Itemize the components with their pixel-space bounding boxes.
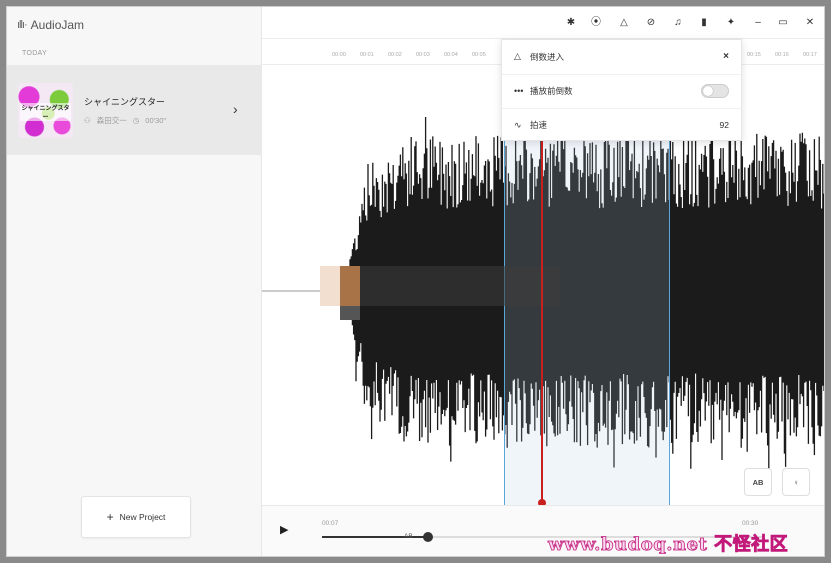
- ab-marker-label: AB: [404, 533, 413, 540]
- ruler-tick: 00:02: [388, 52, 402, 58]
- project-list-item[interactable]: シャイニングスター シャイニングスター ⚇ 森田交一 ◷ 00'30" ›: [7, 65, 262, 155]
- dots-icon: •••: [514, 86, 524, 96]
- metronome-icon: △: [514, 51, 521, 61]
- project-subinfo: ⚇ 森田交一 ◷ 00'30": [84, 115, 224, 126]
- music-note-icon[interactable]: ♫: [670, 16, 686, 30]
- app-name: AudioJam: [30, 18, 85, 32]
- waveform-logo-icon: ıllı·: [17, 19, 28, 31]
- ruler-tick: 00:04: [444, 52, 458, 58]
- close-icon[interactable]: ✕: [802, 16, 818, 30]
- start-time: 00:07: [322, 520, 339, 527]
- duration-icon: ◷: [132, 115, 140, 125]
- countdown-toggle-row[interactable]: ••• 播放前倒数: [502, 74, 741, 107]
- end-time: 00:30: [742, 520, 759, 527]
- tempo-label: 拍速: [530, 120, 548, 130]
- countdown-panel: △ 倒数进入 × ••• 播放前倒数 ∿ 拍速 92: [501, 39, 742, 141]
- seek-knob[interactable]: [422, 532, 433, 542]
- play-button[interactable]: ▶: [280, 523, 288, 536]
- bookmark-icon[interactable]: ▮: [696, 16, 712, 30]
- tempo-row[interactable]: ∿ 拍速 92: [502, 108, 741, 141]
- project-title: シャイニングスター: [84, 96, 166, 107]
- minimize-icon[interactable]: –: [750, 16, 766, 30]
- toolbar: ✱ ⦿ △ ⊘ ♫ ▮ ✦ – ▭ ✕: [262, 7, 824, 39]
- tempo-icon: ∿: [514, 119, 522, 130]
- artist-icon: ⚇: [84, 115, 91, 125]
- broadcast-icon[interactable]: ⦿: [588, 16, 604, 30]
- project-duration: 00'30": [145, 115, 167, 125]
- new-project-label: New Project: [119, 512, 166, 522]
- countdown-toggle-label: 播放前倒数: [530, 86, 573, 96]
- chevron-right-icon[interactable]: ›: [233, 101, 238, 117]
- ruler-tick: 00:03: [416, 52, 430, 58]
- ruler-tick: 00:15: [747, 52, 761, 58]
- metronome-icon[interactable]: △: [616, 16, 632, 30]
- tempo-value[interactable]: 92: [720, 120, 729, 130]
- panel-close-button[interactable]: ×: [723, 51, 729, 62]
- ruler-tick: 00:05: [472, 52, 486, 58]
- blurred-overlay: [320, 260, 560, 320]
- album-cover: シャイニングスター: [18, 82, 73, 138]
- marker-button[interactable]: ♀: [782, 468, 810, 496]
- album-cover-text: シャイニングスター: [20, 102, 71, 121]
- panel-title: 倒数进入: [530, 51, 565, 62]
- ruler-tick: 00:01: [360, 52, 374, 58]
- maximize-icon[interactable]: ▭: [775, 16, 791, 30]
- ruler-tick: 00:16: [775, 52, 789, 58]
- plus-icon: +: [106, 510, 114, 524]
- app-window: ıllı· AudioJam TODAY シャイニングスター シャイニングスター…: [6, 6, 825, 557]
- panel-header: △ 倒数进入 ×: [502, 40, 741, 73]
- ruler-tick: 00:17: [803, 52, 817, 58]
- watermark: www.budoq.net 不怪社区: [548, 534, 789, 556]
- sidebar: ıllı· AudioJam TODAY シャイニングスター シャイニングスター…: [7, 7, 262, 556]
- project-artist: 森田交一: [96, 115, 127, 125]
- pin-icon[interactable]: ✦: [723, 16, 739, 30]
- ab-loop-button[interactable]: AB: [744, 468, 772, 496]
- project-meta: シャイニングスター ⚇ 森田交一 ◷ 00'30": [84, 95, 224, 126]
- countdown-toggle[interactable]: [701, 84, 729, 98]
- paperclip-icon[interactable]: ⊘: [643, 16, 659, 30]
- ruler-tick: 00:00: [332, 52, 346, 58]
- gear-icon[interactable]: ✱: [563, 16, 579, 30]
- new-project-button[interactable]: + New Project: [81, 496, 191, 538]
- app-brand: ıllı· AudioJam: [17, 18, 84, 32]
- section-label-today: TODAY: [22, 50, 47, 57]
